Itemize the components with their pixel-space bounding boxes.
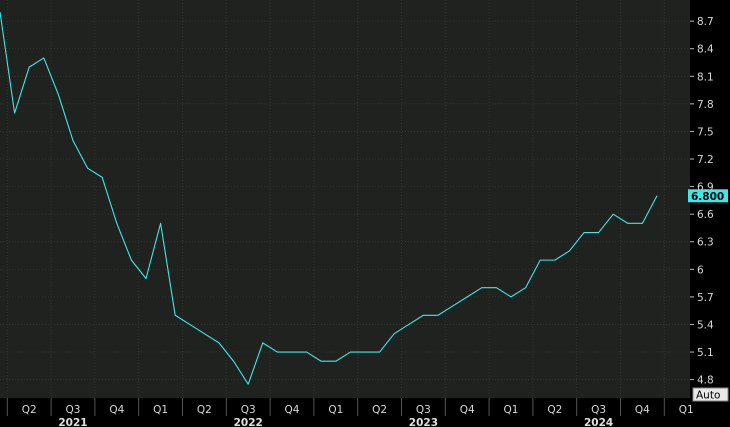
y-tick-label: 5.4 [697, 319, 714, 331]
x-year-label: 2021 [58, 417, 87, 427]
x-tick-label: Q2 [372, 404, 387, 416]
x-tick-label: Q4 [635, 404, 650, 416]
autoscale-button[interactable]: Auto [692, 387, 729, 402]
x-tick-label: Q4 [460, 404, 475, 416]
x-tick-label: Q2 [197, 404, 212, 416]
x-tick-label: Q3 [416, 404, 431, 416]
x-tick-label: Q1 [504, 404, 519, 416]
last-value-marker: 6.800 [688, 189, 728, 203]
y-tick-label: 7.2 [697, 154, 714, 166]
x-tick-label: Q3 [241, 404, 256, 416]
plot-background [0, 0, 690, 398]
x-tick-label: Q3 [591, 404, 606, 416]
x-tick-label: Q1 [153, 404, 168, 416]
y-tick-label: 8.7 [697, 16, 714, 28]
x-tick-label: Q1 [679, 404, 694, 416]
y-tick-label: 6.6 [697, 209, 714, 221]
y-tick-label: 5.7 [697, 292, 714, 304]
y-tick-label: 7.5 [697, 126, 714, 138]
x-tick-label: Q4 [109, 404, 124, 416]
x-tick-label: Q3 [66, 404, 81, 416]
x-year-label: 2024 [584, 417, 613, 427]
last-value-label: 6.800 [691, 191, 724, 203]
y-tick-label: 6.3 [697, 237, 714, 249]
line-chart: Q2 Q3 Q4 Q1 Q2 Q3 Q4 Q1 Q2 Q3 Q4 Q1 Q2 Q3 Q4 Q1 2021 2022… [0, 0, 730, 427]
y-tick-label: 6 [697, 264, 704, 276]
y-tick-label: 7.8 [697, 99, 714, 111]
y-tick-label: 8.1 [697, 71, 714, 83]
autoscale-button-label[interactable]: Auto [696, 390, 720, 402]
x-tick-label: Q2 [547, 404, 562, 416]
y-tick-label: 8.4 [697, 44, 714, 56]
x-year-label: 2022 [234, 417, 263, 427]
x-year-label: 2023 [409, 417, 438, 427]
y-tick-label: 5.1 [697, 347, 714, 359]
x-tick-label: Q1 [328, 404, 343, 416]
x-tick-label: Q2 [22, 404, 37, 416]
y-tick-label: 4.8 [697, 375, 714, 387]
x-tick-label: Q4 [285, 404, 300, 416]
